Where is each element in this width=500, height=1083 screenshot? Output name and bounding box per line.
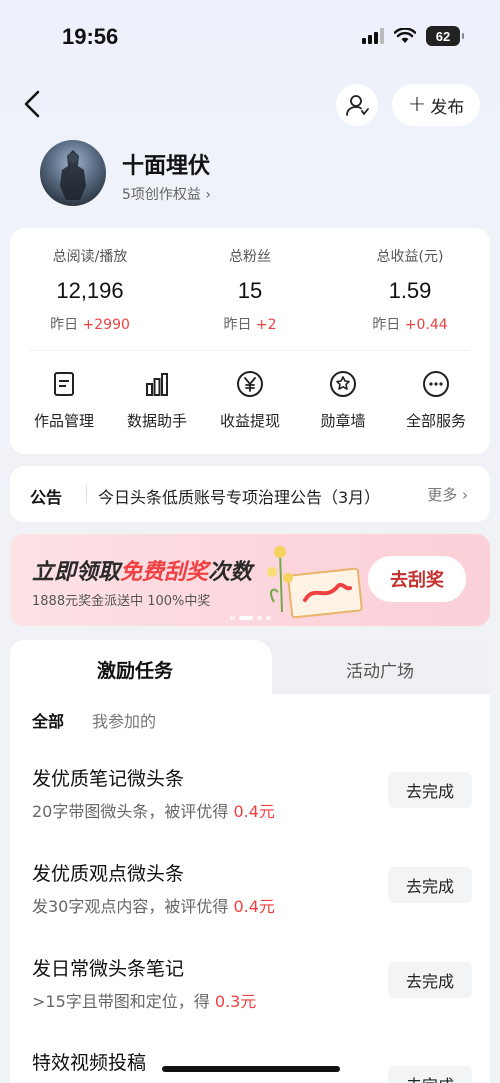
announcement-bar[interactable]: 公告 今日头条低质账号专项治理公告（3月） 更多 › <box>10 466 490 522</box>
account-switch-button[interactable] <box>336 84 378 126</box>
stat-value: 12,196 <box>56 278 124 303</box>
status-bar: 19:56 62 <box>0 0 500 70</box>
stat-fans[interactable]: 总粉丝 15 昨日 +2 <box>170 246 330 334</box>
filter-joined[interactable]: 我参加的 <box>92 708 156 732</box>
scratch-card-illustration <box>267 546 363 619</box>
stat-delta: 昨日 +0.44 <box>372 317 448 333</box>
username: 十面埋伏 <box>122 154 211 179</box>
stat-label: 总阅读/播放 <box>52 249 128 265</box>
carousel-dot-active <box>239 616 253 620</box>
yen-icon <box>237 371 263 397</box>
stats-card: 总阅读/播放 12,196 昨日 +2990 总粉丝 15 昨日 +2 总收益(… <box>10 228 490 454</box>
top-nav: + 发布 <box>0 82 500 126</box>
service-label: 勋章墙 <box>320 412 366 430</box>
chevron-left-icon <box>24 90 40 118</box>
service-withdraw[interactable]: 收益提现 <box>202 370 298 431</box>
status-icons: 62 <box>362 26 464 46</box>
stat-delta: 昨日 +2990 <box>50 317 130 333</box>
filter-all[interactable]: 全部 <box>32 708 64 732</box>
carousel-dot <box>266 616 271 620</box>
service-label: 作品管理 <box>33 412 94 430</box>
carousel-dot <box>257 616 262 620</box>
publish-label: 发布 <box>430 97 465 118</box>
service-label: 数据助手 <box>126 412 187 430</box>
service-works-management[interactable]: 作品管理 <box>16 370 112 431</box>
task-item: 发日常微头条笔记 >15字且带图和定位，得 0.3元 去完成 <box>32 954 472 1034</box>
stat-reads[interactable]: 总阅读/播放 12,196 昨日 +2990 <box>10 246 170 334</box>
stat-value: 1.59 <box>388 278 432 303</box>
wifi-icon <box>394 28 416 43</box>
stat-label: 总收益(元) <box>376 249 444 265</box>
profile-header: 十面埋伏 5项创作权益 › <box>40 140 460 210</box>
scratch-now-button[interactable]: 去刮奖 <box>368 556 466 602</box>
back-button[interactable] <box>18 86 48 122</box>
battery-icon: 62 <box>426 26 464 46</box>
avatar-image <box>60 150 86 200</box>
tab-activity-square[interactable]: 活动广场 <box>270 657 490 682</box>
status-time: 19:56 <box>62 24 119 49</box>
service-data-assistant[interactable]: 数据助手 <box>109 370 205 431</box>
announcement-tag: 公告 <box>30 488 63 507</box>
user-icon <box>346 95 369 116</box>
task-title: 发优质笔记微头条 <box>32 768 185 790</box>
task-title: 发优质观点微头条 <box>32 863 185 885</box>
service-label: 全部服务 <box>405 412 466 430</box>
stat-income[interactable]: 总收益(元) 1.59 昨日 +0.44 <box>330 246 490 334</box>
more-icon <box>423 371 449 397</box>
task-complete-button[interactable]: 去完成 <box>388 962 472 998</box>
announcement-more-link[interactable]: 更多 › <box>427 484 468 505</box>
stat-value: 15 <box>237 278 263 303</box>
carousel-indicator <box>230 616 271 620</box>
banner-title: 立即领取免费刮奖次数 <box>32 559 253 585</box>
service-label: 收益提现 <box>219 412 280 430</box>
task-complete-button[interactable]: 去完成 <box>388 1066 472 1083</box>
plus-icon: + <box>407 92 427 117</box>
home-indicator[interactable] <box>162 1066 340 1072</box>
carousel-dot <box>230 616 235 620</box>
divider <box>86 485 87 503</box>
promo-banner[interactable]: 立即领取免费刮奖次数 1888元奖金派送中 100%中奖 去刮奖 <box>10 534 490 626</box>
bar-chart-icon <box>146 373 168 396</box>
banner-subtitle: 1888元奖金派送中 100%中奖 <box>32 594 211 609</box>
task-complete-button[interactable]: 去完成 <box>388 867 472 903</box>
service-badge-wall[interactable]: 勋章墙 <box>295 370 391 431</box>
badge-icon <box>330 371 356 397</box>
divider <box>30 350 470 351</box>
service-all-services[interactable]: 全部服务 <box>388 370 484 431</box>
stat-label: 总粉丝 <box>229 249 271 265</box>
task-description: 发30字观点内容，被评优得 0.4元 <box>32 897 275 916</box>
task-title: 发日常微头条笔记 <box>32 958 185 980</box>
tab-incentive-tasks[interactable]: 激励任务 <box>10 656 260 683</box>
task-description: >15字且带图和定位，得 0.3元 <box>32 992 257 1011</box>
task-item: 发优质观点微头条 发30字观点内容，被评优得 0.4元 去完成 <box>32 859 472 939</box>
announcement-text[interactable]: 今日头条低质账号专项治理公告（3月） <box>98 484 398 508</box>
task-item: 发优质笔记微头条 20字带图微头条，被评优得 0.4元 去完成 <box>32 764 472 844</box>
stat-delta: 昨日 +2 <box>223 317 277 333</box>
publish-button[interactable]: + 发布 <box>392 84 480 126</box>
cellular-signal-icon <box>362 28 384 44</box>
task-description: 20字带图微头条，被评优得 0.4元 <box>32 802 275 821</box>
avatar[interactable] <box>40 140 106 206</box>
document-icon <box>54 372 74 396</box>
task-title: 特效视频投稿 <box>32 1052 147 1074</box>
task-complete-button[interactable]: 去完成 <box>388 772 472 808</box>
tasks-card: 激励任务 活动广场 全部 我参加的 发优质笔记微头条 20字带图微头条，被评优得… <box>10 640 490 1083</box>
creator-benefits-link[interactable]: 5项创作权益 › <box>122 184 211 204</box>
